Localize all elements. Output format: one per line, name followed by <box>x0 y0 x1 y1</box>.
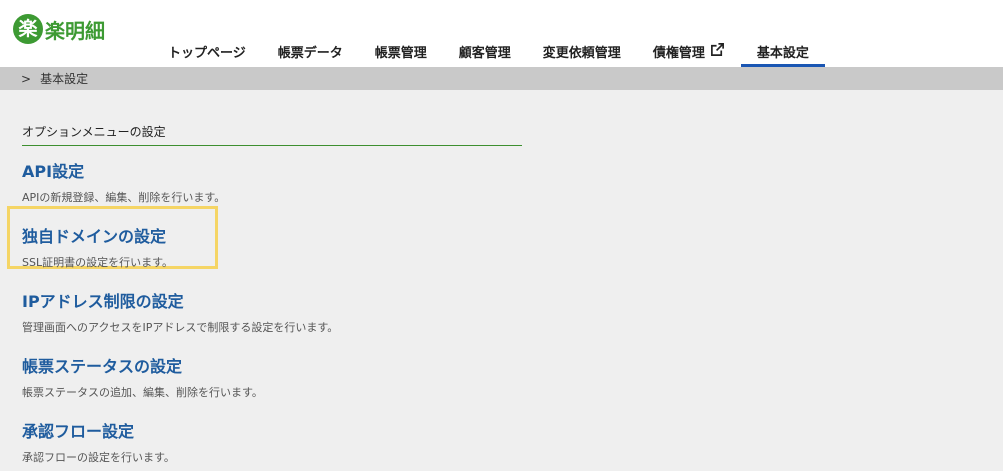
app-logo[interactable]: 楽 楽明細 <box>13 14 105 44</box>
nav-item-label: 帳票データ <box>277 46 343 61</box>
nav-item-change-request[interactable]: 変更依頼管理 <box>527 36 637 67</box>
nav-item-label: 顧客管理 <box>458 46 511 61</box>
nav-item-basic-settings[interactable]: 基本設定 <box>740 36 825 67</box>
nav-item-customer-management[interactable]: 顧客管理 <box>443 36 527 67</box>
header: 楽 楽明細 トップページ 帳票データ 帳票管理 顧客管理 変更依頼管理 債権管理… <box>0 0 1003 67</box>
menu-link-ip-restriction-settings[interactable]: IPアドレス制限の設定 <box>22 288 542 312</box>
nav-item-invoice-data[interactable]: 帳票データ <box>262 36 359 67</box>
breadcrumb: > 基本設定 <box>0 67 1003 90</box>
nav-item-label: 基本設定 <box>756 46 809 61</box>
breadcrumb-separator: > <box>21 71 32 86</box>
nav-item-top[interactable]: トップページ <box>152 36 262 67</box>
menu-link-approval-flow-settings[interactable]: 承認フロー設定 <box>22 418 542 442</box>
breadcrumb-current: 基本設定 <box>40 72 89 86</box>
menu-link-api-settings[interactable]: API設定 <box>22 158 542 182</box>
nav-item-invoice-management[interactable]: 帳票管理 <box>359 36 443 67</box>
menu-desc: 管理画面へのアクセスをIPアドレスで制限する設定を行います。 <box>22 321 339 334</box>
nav-item-label: 帳票管理 <box>374 46 427 61</box>
nav-item-receivables[interactable]: 債権管理 <box>637 36 741 67</box>
menu-desc: 承認フローの設定を行います。 <box>22 451 175 464</box>
nav-item-label: トップページ <box>168 46 246 61</box>
section-title: オプションメニューの設定 <box>22 125 166 139</box>
menu-item-approval-flow: 承認フロー設定 承認フローの設定を行います。 <box>22 418 542 465</box>
menu-item-api: API設定 APIの新規登録、編集、削除を行います。 <box>22 158 542 205</box>
external-link-icon <box>710 42 725 61</box>
menu-desc: APIの新規登録、編集、削除を行います。 <box>22 191 226 204</box>
menu-link-custom-domain-settings[interactable]: 独自ドメインの設定 <box>22 223 542 247</box>
nav-item-label: 変更依頼管理 <box>542 46 621 61</box>
menu-item-invoice-status: 帳票ステータスの設定 帳票ステータスの追加、編集、削除を行います。 <box>22 353 542 400</box>
logo-mark: 楽 <box>13 14 43 44</box>
section-divider <box>22 145 522 146</box>
menu-desc: SSL証明書の設定を行います。 <box>22 256 173 269</box>
menu-item-custom-domain: 独自ドメインの設定 SSL証明書の設定を行います。 <box>22 223 542 270</box>
menu-desc: 帳票ステータスの追加、編集、削除を行います。 <box>22 386 263 399</box>
main-nav: トップページ 帳票データ 帳票管理 顧客管理 変更依頼管理 債権管理 基本設定 <box>152 36 825 67</box>
logo-text: 楽明細 <box>45 18 105 43</box>
menu-item-ip-restriction: IPアドレス制限の設定 管理画面へのアクセスをIPアドレスで制限する設定を行いま… <box>22 288 542 335</box>
menu-link-invoice-status-settings[interactable]: 帳票ステータスの設定 <box>22 353 542 377</box>
nav-item-label: 債権管理 <box>652 46 705 61</box>
